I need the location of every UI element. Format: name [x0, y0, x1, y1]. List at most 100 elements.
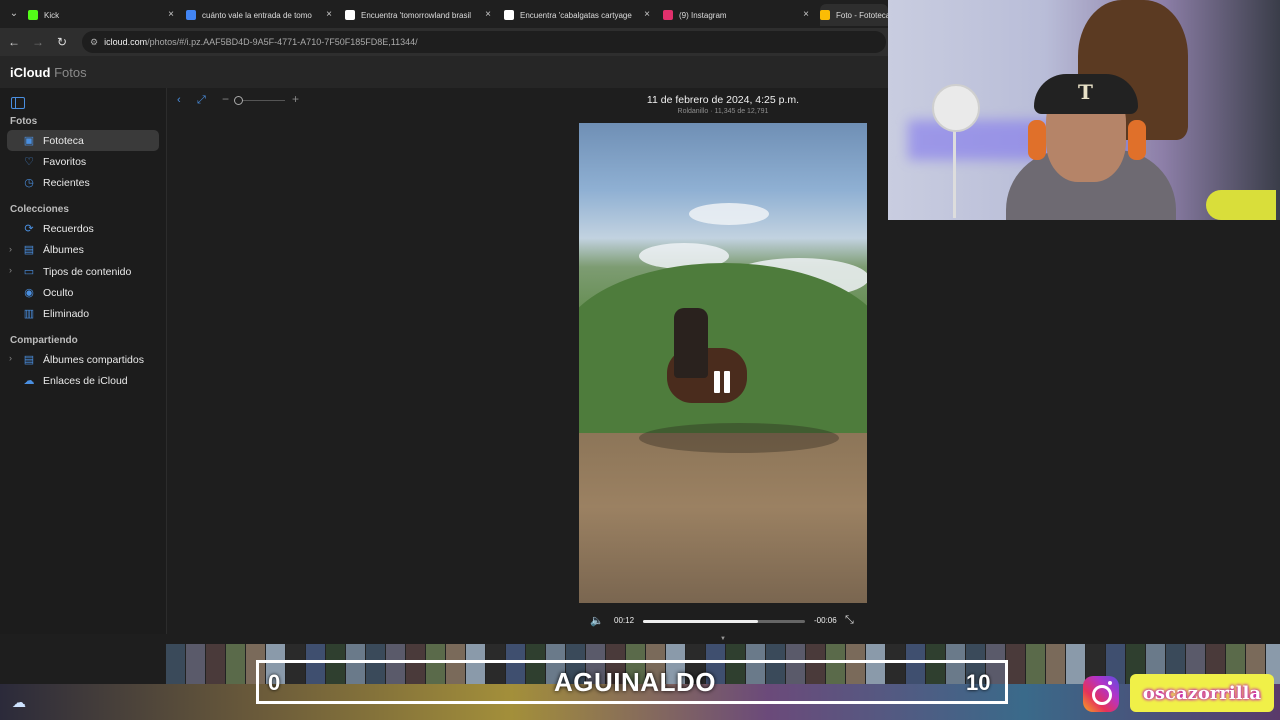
brand-name: iCloud: [10, 65, 51, 80]
expand-icon[interactable]: ⤢: [197, 94, 206, 107]
reload-icon[interactable]: ↻: [54, 34, 70, 50]
browser-tab[interactable]: (9) Instagram ×: [663, 4, 813, 26]
filmstrip-thumbnail[interactable]: [1026, 644, 1045, 684]
sidebar-item[interactable]: ♡ Favoritos: [7, 151, 159, 172]
video-scrubber[interactable]: [643, 620, 805, 623]
sidebar-item[interactable]: ◷ Recientes: [7, 173, 159, 194]
browser-tab-strip: ⌄ Kick × cuánto vale la entrada de tomo × En…: [0, 0, 888, 28]
sidebar-item[interactable]: ☁ Enlaces de iCloud: [7, 371, 159, 392]
sidebar-section-title: Colecciones: [10, 204, 69, 216]
browser-tab[interactable]: Kick ×: [28, 4, 178, 26]
tab-label: (9) Instagram: [679, 10, 727, 20]
sidebar-item-label: Oculto: [43, 286, 74, 299]
tab-search-icon[interactable]: ⌄: [6, 6, 22, 22]
pause-icon[interactable]: [714, 371, 732, 393]
filmstrip-thumbnail[interactable]: [1066, 644, 1085, 684]
rider: [674, 308, 708, 378]
sidebar-item-label: Álbumes compartidos: [43, 353, 144, 366]
browser-tab[interactable]: Foto - Fototeca: [820, 4, 888, 26]
sidebar-item-label: Tipos de contenido: [43, 265, 132, 278]
fan: [932, 84, 980, 132]
sidebar-item[interactable]: › ▤ Álbumes compartidos: [7, 349, 159, 370]
chevron-right-icon[interactable]: ›: [9, 265, 12, 275]
counter-title: AGUINALDO: [554, 667, 716, 697]
back-chevron-icon[interactable]: ‹: [177, 94, 181, 106]
photo-date: 11 de febrero de 2024, 4:25 p.m.: [646, 94, 800, 106]
filmstrip-thumbnail[interactable]: [186, 644, 205, 684]
sidebar-item-label: Álbumes: [43, 244, 84, 257]
video-elapsed: 00:12: [614, 616, 635, 625]
tab-label: Foto - Fototeca: [836, 10, 888, 20]
fullscreen-icon[interactable]: ⤡: [845, 614, 854, 627]
shared-album-icon: ▤: [23, 353, 35, 366]
tab-close-icon[interactable]: ×: [168, 9, 174, 20]
tab-close-icon[interactable]: ×: [644, 9, 650, 20]
sidebar-toggle-icon[interactable]: [11, 97, 25, 109]
browser-nav-bar: ← → ↻ ⚙ icloud.com/photos/#/i.pz.AAF5BD4…: [0, 28, 888, 56]
tab-favicon-icon: [663, 10, 673, 20]
headset-left: [1028, 120, 1046, 160]
filmstrip-thumbnail[interactable]: [166, 644, 185, 684]
tab-close-icon[interactable]: ×: [326, 9, 332, 20]
fan-stand: [953, 128, 956, 218]
chevron-right-icon[interactable]: ›: [9, 244, 12, 254]
sidebar-item[interactable]: ▥ Eliminado: [7, 304, 159, 325]
sidebar-item[interactable]: ▣ Fototeca: [7, 130, 159, 151]
taskbar-app-icon[interactable]: ☁: [12, 694, 26, 711]
url-host: icloud.com: [104, 37, 148, 47]
photo-viewer: ‹ ⤢ − + 11 de febrero de 2024, 4:25 p.m.…: [167, 88, 888, 634]
counter-right-value: 10: [966, 670, 991, 695]
cap-logo-icon: T: [1078, 80, 1093, 104]
library-icon: ▣: [23, 134, 35, 147]
sidebar-item-label: Favoritos: [43, 155, 87, 168]
tab-close-icon[interactable]: ×: [803, 9, 809, 20]
sidebar-item-label: Fototeca: [43, 134, 84, 147]
sidebar-item-label: Enlaces de iCloud: [43, 375, 128, 388]
tab-favicon-icon: [186, 10, 196, 20]
icloud-logo[interactable]: iCloud Fotos: [10, 65, 87, 80]
zoom-in-icon[interactable]: +: [292, 92, 299, 106]
address-bar[interactable]: ⚙ icloud.com/photos/#/i.pz.AAF5BD4D-9A5F…: [82, 31, 886, 53]
chevron-right-icon[interactable]: ›: [9, 353, 12, 363]
browser-tab[interactable]: Encuentra 'tomorrowland brasil ×: [345, 4, 495, 26]
icloud-header: iCloud Fotos: [0, 56, 888, 88]
photo-location: Roldanillo · 11,345 de 12,791: [677, 108, 769, 115]
sidebar-item[interactable]: › ▭ Tipos de contenido: [7, 261, 159, 282]
sidebar-item[interactable]: ◉ Oculto: [7, 282, 159, 303]
sidebar-section-title: Compartiendo: [10, 335, 78, 347]
volume-icon[interactable]: 🔈: [590, 614, 604, 627]
filmstrip-thumbnail[interactable]: [1046, 644, 1065, 684]
sidebar-item[interactable]: ⟳ Recuerdos: [7, 218, 159, 239]
site-info-icon[interactable]: ⚙: [90, 37, 98, 48]
video-frame[interactable]: [579, 123, 867, 603]
sidebar: Fotos ▣ Fototeca ♡ Favoritos ◷ Recientes Colecc…: [0, 88, 167, 634]
ground-shadow: [639, 423, 839, 453]
eye-icon: ◉: [24, 286, 34, 299]
cloud-icon: ☁: [23, 375, 35, 388]
tab-close-icon[interactable]: ×: [485, 9, 491, 20]
filmstrip-position-marker: ▼: [720, 636, 726, 642]
instagram-icon: [1083, 676, 1119, 712]
sidebar-item-label: Recientes: [43, 177, 90, 190]
clock-icon: ◷: [24, 177, 34, 190]
zoom-slider-knob[interactable]: [234, 96, 243, 105]
filmstrip-thumbnail[interactable]: [226, 644, 245, 684]
counter-left-value: 0: [268, 670, 281, 695]
forward-icon[interactable]: →: [30, 34, 46, 50]
tab-label: Kick: [44, 10, 60, 20]
folder-icon: ▭: [23, 265, 35, 278]
back-icon[interactable]: ←: [6, 34, 22, 50]
filmstrip-thumbnail[interactable]: [1006, 644, 1025, 684]
filmstrip-thumbnail[interactable]: [206, 644, 225, 684]
zoom-out-icon[interactable]: −: [222, 92, 229, 106]
memories-icon: ⟳: [24, 222, 34, 235]
video-remaining: -00:06: [814, 616, 837, 625]
browser-tab[interactable]: cuánto vale la entrada de tomo ×: [186, 4, 336, 26]
tab-label: cuánto vale la entrada de tomo: [202, 10, 312, 20]
browser-tab[interactable]: Encuentra 'cabalgatas cartyage ×: [504, 4, 654, 26]
sidebar-item[interactable]: › ▤ Álbumes: [7, 240, 159, 261]
microphone: [1206, 190, 1276, 220]
trash-icon: ▥: [23, 308, 35, 321]
brand-suffix: Fotos: [54, 65, 87, 80]
cloud: [689, 203, 769, 225]
